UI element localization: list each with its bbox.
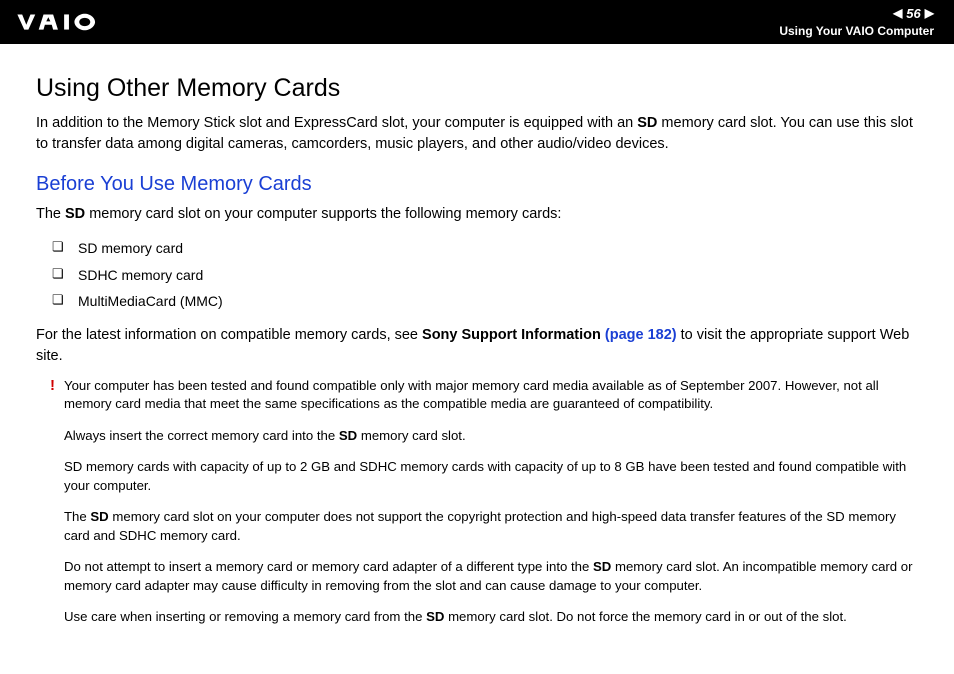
note-text: memory card slot on your computer does n… [64, 509, 896, 542]
warning-icon: ! [50, 375, 55, 396]
note-paragraph: Do not attempt to insert a memory card o… [64, 558, 918, 595]
page-content: Using Other Memory Cards In addition to … [0, 44, 954, 647]
list-item: SDHC memory card [52, 262, 918, 289]
vaio-logo [16, 11, 126, 33]
next-page-arrow-icon[interactable]: ▶ [925, 5, 934, 22]
support-pre: The [36, 206, 65, 222]
note-bold: SD [593, 559, 611, 574]
prev-page-arrow-icon[interactable]: ◀ [893, 5, 902, 22]
note-text: Do not attempt to insert a memory card o… [64, 559, 593, 574]
page-reference-link[interactable]: (page 182) [605, 327, 677, 343]
support-link-label: Sony Support Information [422, 327, 605, 343]
support-line: The SD memory card slot on your computer… [36, 204, 918, 225]
section-label: Using Your VAIO Computer [779, 23, 934, 40]
note-text: Always insert the correct memory card in… [64, 428, 339, 443]
intro-paragraph: In addition to the Memory Stick slot and… [36, 113, 918, 155]
notes-block: ! Your computer has been tested and foun… [64, 377, 918, 627]
latest-pre: For the latest information on compatible… [36, 327, 422, 343]
header-meta: ◀ 56 ▶ Using Your VAIO Computer [779, 5, 934, 40]
page-number: 56 [906, 5, 920, 23]
support-bold: SD [65, 206, 85, 222]
intro-text: In addition to the Memory Stick slot and… [36, 115, 637, 131]
intro-bold: SD [637, 115, 657, 131]
page-navigation: ◀ 56 ▶ [779, 5, 934, 23]
note-bold: SD [90, 509, 108, 524]
list-item: SD memory card [52, 235, 918, 262]
note-text: The [64, 509, 90, 524]
note-text: Use care when inserting or removing a me… [64, 609, 426, 624]
note-text: memory card slot. [357, 428, 465, 443]
subsection-title: Before You Use Memory Cards [36, 173, 918, 196]
note-bold: SD [339, 428, 357, 443]
supported-cards-list: SD memory card SDHC memory card MultiMed… [52, 235, 918, 315]
support-post: memory card slot on your computer suppor… [85, 206, 561, 222]
note-paragraph: Use care when inserting or removing a me… [64, 608, 918, 626]
latest-info-paragraph: For the latest information on compatible… [36, 325, 918, 367]
note-paragraph: SD memory cards with capacity of up to 2… [64, 458, 918, 495]
list-item: MultiMediaCard (MMC) [52, 288, 918, 315]
note-paragraph: The SD memory card slot on your computer… [64, 508, 918, 545]
note-text: memory card slot. Do not force the memor… [444, 609, 846, 624]
note-paragraph: Your computer has been tested and found … [64, 377, 918, 414]
note-bold: SD [426, 609, 444, 624]
page-title: Using Other Memory Cards [36, 74, 918, 103]
page-header: ◀ 56 ▶ Using Your VAIO Computer [0, 0, 954, 44]
note-paragraph: Always insert the correct memory card in… [64, 427, 918, 445]
